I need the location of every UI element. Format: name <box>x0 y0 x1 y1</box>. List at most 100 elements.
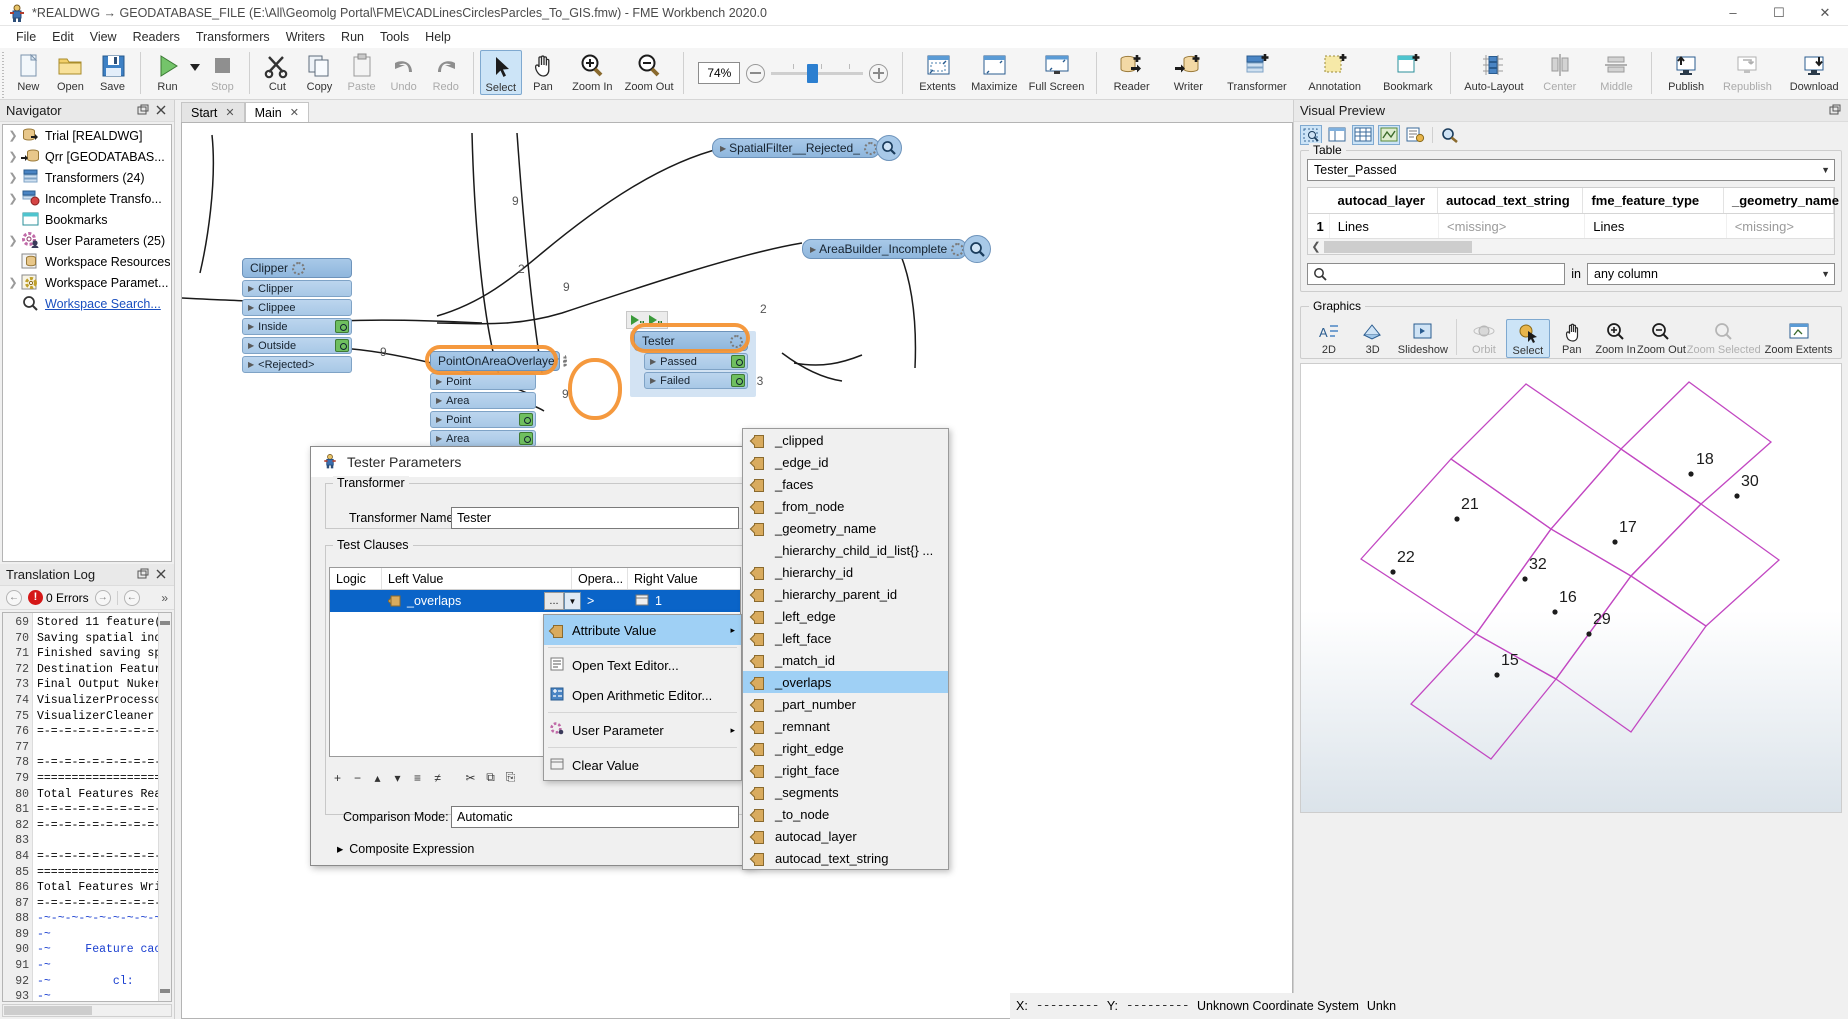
comparison-mode-select[interactable]: Automatic <box>451 806 739 828</box>
attribute-menu-item[interactable]: _left_face <box>743 627 948 649</box>
expand-chevron-icon[interactable]: ❯ <box>5 276 21 289</box>
forward-arrow-icon[interactable]: → <box>94 589 111 606</box>
attribute-menu-item[interactable]: _overlaps <box>743 671 948 693</box>
table-feature-type-select[interactable]: Tester_Passed ▼ <box>1307 159 1835 181</box>
canvas-tab-strip[interactable]: Start ✕ Main ✕ <box>175 100 1293 122</box>
table-view-icon[interactable] <box>1352 125 1374 145</box>
toolbar-download-button[interactable]: Download <box>1780 50 1848 93</box>
menu-item-attribute-value[interactable]: Attribute Value ▸ <box>544 615 741 645</box>
search-column-select[interactable]: any column ▼ <box>1587 263 1835 285</box>
run-dropdown-arrow-icon[interactable] <box>189 50 202 71</box>
zoom-out-circle-icon[interactable] <box>746 63 766 83</box>
close-button[interactable]: ✕ <box>1802 0 1848 26</box>
window-controls[interactable]: – ☐ ✕ <box>1710 0 1848 26</box>
search-input[interactable] <box>1307 263 1566 285</box>
attribute-menu-item[interactable]: _from_node <box>743 495 948 517</box>
attribute-menu-item[interactable]: _clipped <box>743 429 948 451</box>
menu-item-user-parameter[interactable]: User Parameter ▸ <box>544 715 741 745</box>
inspector-magnifier-icon[interactable] <box>963 235 992 263</box>
scroll-left-icon[interactable]: ❮ <box>1308 240 1324 253</box>
attribute-menu-item[interactable]: _left_edge <box>743 605 948 627</box>
cell-logic[interactable] <box>330 590 382 612</box>
gear-icon[interactable] <box>863 141 877 155</box>
clause-row[interactable]: _overlaps ... ▼ > 1 <box>330 590 740 612</box>
menu-item-open-text-editor[interactable]: Open Text Editor... <box>544 650 741 680</box>
close-icon[interactable] <box>154 103 170 119</box>
minimize-button[interactable]: – <box>1710 0 1756 26</box>
attribute-menu-item[interactable]: _part_number <box>743 693 948 715</box>
attribute-menu-item[interactable]: autocad_text_string <box>743 847 948 869</box>
toolbar-cut-button[interactable]: Cut <box>256 50 298 93</box>
move-down-button[interactable]: ▾ <box>389 769 406 786</box>
feature-cache-icon[interactable] <box>335 320 349 333</box>
menu-item-open-arithmetic-editor[interactable]: Open Arithmetic Editor... <box>544 680 741 710</box>
attribute-menu-item[interactable]: _geometry_name <box>743 517 948 539</box>
sidebar-item-qrr[interactable]: ❯ Qrr [GEODATABAS... <box>3 146 171 167</box>
toolbar-select-button[interactable]: Select <box>479 50 522 95</box>
table-horizontal-scrollbar[interactable]: ❮ <box>1308 238 1834 254</box>
sidebar-item-workspace-search[interactable]: Workspace Search... <box>3 293 171 314</box>
transformer-name-input[interactable]: Tester <box>451 507 739 529</box>
overflow-icon[interactable]: » <box>161 591 168 605</box>
port-failed[interactable]: ▶ Failed <box>644 372 748 389</box>
port-clipper[interactable]: ▶ Clipper <box>242 280 352 297</box>
zoom-level-input[interactable]: 74% <box>698 62 741 84</box>
undock-icon[interactable] <box>136 103 152 119</box>
outdent-button[interactable]: ≠ <box>429 769 446 786</box>
close-icon[interactable]: ✕ <box>225 106 234 119</box>
toolbar-maximize-button[interactable]: Maximize <box>966 50 1023 93</box>
expand-chevron-icon[interactable]: ❯ <box>5 234 21 247</box>
menu-help[interactable]: Help <box>417 28 459 46</box>
graphics-select-button[interactable]: Select <box>1505 319 1550 358</box>
attribute-menu-item[interactable]: _segments <box>743 781 948 803</box>
port-area-out[interactable]: ▶ Area <box>430 430 536 447</box>
graphics-zoom-in-button[interactable]: Zoom In <box>1594 319 1638 356</box>
maximize-button[interactable]: ☐ <box>1756 0 1802 26</box>
preview-table[interactable]: autocad_layer autocad_text_string fme_fe… <box>1307 187 1839 255</box>
cut-button[interactable]: ✂ <box>462 769 479 786</box>
preview-settings-icon[interactable] <box>1439 125 1461 145</box>
menu-writers[interactable]: Writers <box>278 28 333 46</box>
feature-cache-icon[interactable] <box>519 432 533 445</box>
clause-row-buttons[interactable]: + − ▴ ▾ ≡ ≠ ✂ ⧉ ⎘ <box>329 769 519 786</box>
feature-cache-icon[interactable] <box>335 339 349 352</box>
jump-arrow-icon[interactable]: ← <box>123 589 140 606</box>
gear-icon[interactable] <box>292 261 306 275</box>
feature-cache-icon[interactable] <box>731 374 745 387</box>
port-outside[interactable]: ▶ Outside <box>242 337 352 354</box>
sidebar-item-workspace-parameters[interactable]: ❯ Workspace Paramet... <box>3 272 171 293</box>
table-search-row[interactable]: in any column ▼ <box>1307 263 1835 285</box>
dropdown-arrow-button[interactable]: ▼ <box>564 592 581 610</box>
sidebar-item-transformers[interactable]: ❯ Transformers (24) <box>3 167 171 188</box>
tab-start[interactable]: Start ✕ <box>181 102 245 122</box>
graphics-toolbar[interactable]: A 2D 3D Slideshow Orbit Select Pan Zoom … <box>1307 319 1835 358</box>
attribute-menu-item[interactable]: _remnant <box>743 715 948 737</box>
table-row[interactable]: 1 Lines <missing> Lines <missing> <box>1308 214 1834 238</box>
graphics-2d-button[interactable]: A 2D <box>1307 319 1351 356</box>
port-point-out[interactable]: ▶ Point <box>430 411 536 428</box>
toolbar-zoom-in-button[interactable]: Zoom In <box>564 50 621 93</box>
attribute-menu-item[interactable]: _match_id <box>743 649 948 671</box>
expand-chevron-icon[interactable]: ❯ <box>5 192 21 205</box>
undock-icon[interactable] <box>1828 103 1844 119</box>
move-up-button[interactable]: ▴ <box>369 769 386 786</box>
toolbar-bookmark-button[interactable]: Bookmark <box>1372 50 1443 93</box>
toolbar-run-button[interactable]: Run <box>146 50 188 93</box>
sidebar-item-trial[interactable]: ❯ Trial [REALDWG] <box>3 125 171 146</box>
tester-cache-badges[interactable] <box>626 311 668 329</box>
menu-item-clear-value[interactable]: Clear Value <box>544 750 741 780</box>
node-tester[interactable]: Tester ▶ Passed ▶ Failed <box>634 331 748 389</box>
menu-view[interactable]: View <box>82 28 125 46</box>
column-header[interactable]: autocad_layer <box>1330 188 1439 213</box>
translation-log-view[interactable]: 69 70 71 72 73 74 75 76 77 78 79 80 81 82 83 84 85 86 87 88… <box>2 612 172 1002</box>
graphics-zoom-extents-button[interactable]: Zoom Extents <box>1762 319 1835 356</box>
toolbar-copy-button[interactable]: Copy <box>298 50 340 93</box>
toolbar-pan-button[interactable]: Pan <box>522 50 564 93</box>
indent-button[interactable]: ≡ <box>409 769 426 786</box>
column-header[interactable]: fme_feature_type <box>1583 188 1724 213</box>
attribute-menu-item[interactable]: _hierarchy_child_id_list{} ... <box>743 539 948 561</box>
node-clipper[interactable]: Clipper ▶ Clipper ▶ Clippee ▶ Inside ▶ Outsi… <box>242 258 352 373</box>
graphics-view-icon[interactable] <box>1378 125 1400 145</box>
toolbar-grip[interactable] <box>0 52 8 98</box>
gear-icon[interactable] <box>730 334 743 348</box>
